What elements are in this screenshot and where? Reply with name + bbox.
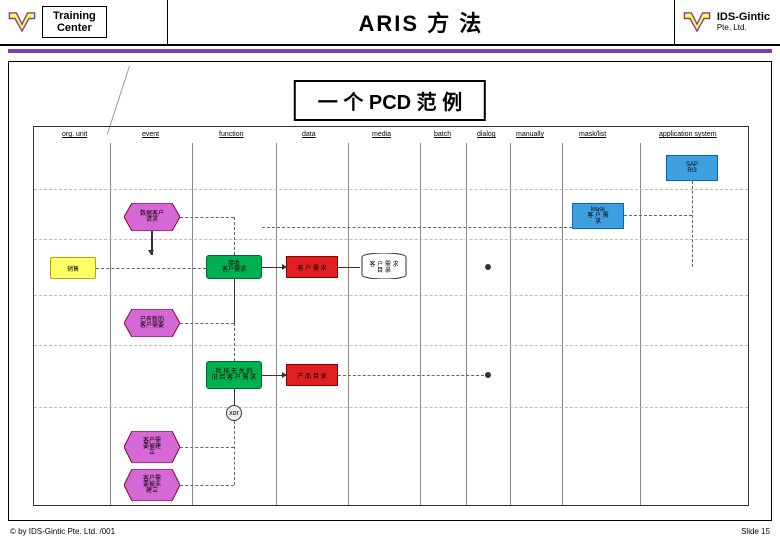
- ids-label: IDS-Gintic: [717, 12, 770, 23]
- subtitle: 一 个 PCD 范 例: [294, 80, 486, 121]
- app-system-sap: SAP R/3: [666, 155, 718, 181]
- ids-label-group: IDS-Gintic Pte. Ltd.: [717, 12, 770, 32]
- row-divider: [34, 407, 748, 408]
- col-function: function: [219, 131, 244, 138]
- dialog-marker-icon: [485, 264, 491, 270]
- connector-dash: [96, 268, 206, 269]
- connector-dash: [180, 447, 234, 448]
- data-product-catalog: 产 品 目 录: [286, 364, 338, 386]
- connector-dash: [234, 323, 235, 361]
- slide-number: Slide 15: [741, 527, 770, 536]
- event-req-not-created: 客户需 要被未 建立: [124, 469, 180, 501]
- divider-purple: [8, 49, 772, 53]
- lane-divider: [640, 143, 641, 505]
- connector: [338, 267, 360, 268]
- connector-dash: [262, 227, 572, 228]
- col-dialog: dialog: [477, 131, 496, 138]
- row-divider: [34, 345, 748, 346]
- col-org-unit: org. unit: [62, 131, 87, 138]
- arrow-icon: [282, 372, 287, 378]
- col-data: data: [302, 131, 316, 138]
- connector-dash: [234, 217, 235, 255]
- footer: © by IDS-Gintic Pte. Ltd. /001 Slide 15: [10, 527, 770, 536]
- arrow-icon: [148, 250, 154, 255]
- event-new-customer-need: 已有新的 客户需要: [124, 309, 180, 337]
- training-center-box: Training Center: [42, 6, 107, 38]
- header-right: IDS-Gintic Pte. Ltd.: [674, 0, 770, 44]
- pte-label: Pte. Ltd.: [717, 23, 770, 32]
- decorative-diagonal: [107, 66, 130, 135]
- function-receive-req: 接收 客户需求: [206, 255, 262, 279]
- lane-divider: [562, 143, 563, 505]
- lane-divider: [192, 143, 193, 505]
- lane-divider: [348, 143, 349, 505]
- slide-body: 一 个 PCD 范 例 org. unit event function dat…: [8, 61, 772, 521]
- col-mask-list: mask/list: [579, 131, 606, 138]
- org-unit-sales: 销售: [50, 257, 96, 279]
- pcd-diagram: org. unit event function data media batc…: [33, 126, 749, 506]
- media-customer-req-list: 客 户 需 求 目 录: [360, 253, 408, 279]
- lane-divider: [276, 143, 277, 505]
- connector-dash: [180, 323, 234, 324]
- logo-right-icon: [683, 11, 711, 33]
- lane-divider: [110, 143, 111, 505]
- connector-dash: [338, 375, 484, 376]
- connector-dash: [180, 485, 234, 486]
- connector: [234, 279, 235, 323]
- copyright: © by IDS-Gintic Pte. Ltd. /001: [10, 527, 115, 536]
- event-req-created: 客户需 要被建 立: [124, 431, 180, 463]
- arrow-icon: [282, 264, 287, 270]
- mask-customer-req: Mask 客 户 需 求: [572, 203, 624, 229]
- connector-dash: [234, 421, 235, 485]
- connector-dash: [692, 181, 693, 267]
- lane-divider: [510, 143, 511, 505]
- dialog-marker-icon: [485, 372, 491, 378]
- connector-dash: [624, 215, 692, 216]
- header-bar: Training Center ARIS 方 法 IDS-Gintic Pte.…: [0, 0, 780, 46]
- row-divider: [34, 239, 748, 240]
- col-batch: batch: [434, 131, 451, 138]
- col-app-system: application system: [659, 131, 717, 138]
- data-customer-req: 客 户 需 求: [286, 256, 338, 278]
- row-divider: [34, 295, 748, 296]
- row-divider: [34, 189, 748, 190]
- header-left: Training Center: [8, 0, 168, 44]
- col-event: event: [142, 131, 159, 138]
- col-media: media: [372, 131, 391, 138]
- lane-divider: [466, 143, 467, 505]
- event-customer-request: 数据客户 请求: [124, 203, 180, 231]
- logo-left-icon: [8, 11, 36, 33]
- lane-divider: [420, 143, 421, 505]
- xor-connector: xor: [226, 405, 242, 421]
- function-check-old-req: 检 核 无 关 的 旧 目 客 户 需 求: [206, 361, 262, 389]
- col-manually: manually: [516, 131, 544, 138]
- connector-dash: [180, 217, 234, 218]
- connector: [234, 389, 235, 405]
- page-title: ARIS 方 法: [168, 6, 674, 38]
